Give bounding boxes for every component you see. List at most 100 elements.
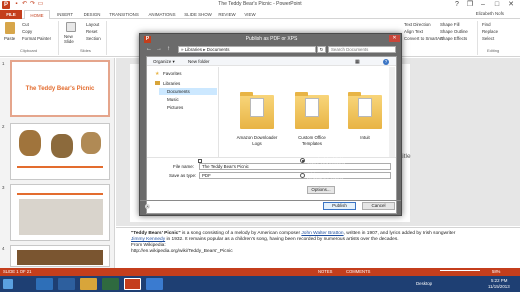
cancel-button[interactable]: Cancel: [362, 202, 395, 210]
convert-smartart-button[interactable]: Convert to SmartArt: [404, 36, 443, 41]
start-icon[interactable]: [3, 279, 13, 289]
notes-toggle[interactable]: NOTES: [318, 268, 332, 276]
slide-thumbnail-3[interactable]: [10, 184, 110, 241]
notes-link[interactable]: Jimmy Kennedy: [131, 237, 165, 242]
folder-icon[interactable]: [348, 92, 382, 129]
taskbar: Desktop 5:22 PM 11/15/2013: [0, 276, 520, 292]
paste-button[interactable]: Paste: [4, 36, 15, 41]
help-icon[interactable]: ?: [383, 59, 389, 65]
folder-amazon-label[interactable]: Amazon Downloader Logs: [233, 135, 281, 146]
radio-minimum[interactable]: [300, 173, 305, 178]
app-icon[interactable]: [146, 278, 163, 290]
chevron-down-icon[interactable]: ▾: [307, 203, 309, 208]
nav-documents[interactable]: Documents: [167, 89, 190, 94]
publish-dialog[interactable]: P Publish as PDF or XPS ✕ ← → ↑ » Librar…: [139, 33, 402, 216]
tab-transitions[interactable]: TRANSITIONS: [105, 10, 143, 19]
new-slide-button[interactable]: New Slide: [64, 34, 80, 44]
slide-thumbnail-4[interactable]: [10, 245, 110, 267]
nav-favorites[interactable]: Favorites: [163, 71, 182, 76]
layout-button[interactable]: Layout: [86, 22, 99, 27]
powerpoint-taskbar-icon[interactable]: [124, 278, 141, 290]
zoom-level[interactable]: 58%: [492, 268, 500, 276]
copy-button[interactable]: Copy: [22, 29, 32, 34]
tools-button[interactable]: Tools: [296, 203, 307, 208]
teddy-bear-image: [81, 132, 101, 154]
ribbon-display-icon[interactable]: ❐: [463, 0, 477, 9]
radio-minimum-label[interactable]: Minimum size (publishing online): [307, 172, 355, 182]
radio-standard[interactable]: [300, 158, 305, 163]
folder-icon[interactable]: [295, 92, 329, 129]
forward-icon[interactable]: →: [156, 46, 162, 52]
up-icon[interactable]: ↑: [167, 46, 170, 52]
notes-link[interactable]: John Walter Bratton: [301, 231, 343, 236]
tab-file[interactable]: FILE: [0, 10, 22, 19]
organize-button[interactable]: Organize ▾: [153, 59, 175, 65]
breadcrumb-libraries[interactable]: Libraries: [185, 47, 202, 52]
notes-pane[interactable]: "Teddy Bears' Picnic" is a song consisti…: [116, 227, 520, 268]
replace-button[interactable]: Replace: [482, 29, 498, 34]
folder-custom-templates-label[interactable]: Custom Office Templates: [288, 135, 336, 146]
open-after-label[interactable]: Open file after publishing: [205, 158, 255, 163]
shape-fill-button[interactable]: Shape Fill: [440, 22, 460, 27]
radio-standard-label[interactable]: Standard (publishing online and printing…: [307, 157, 357, 167]
search-input[interactable]: [328, 46, 396, 53]
tab-slide-show[interactable]: SLIDE SHOW: [181, 10, 215, 19]
tab-insert[interactable]: INSERT: [52, 10, 78, 19]
tab-review[interactable]: REVIEW: [215, 10, 239, 19]
tab-design[interactable]: DESIGN: [79, 10, 105, 19]
explorer-icon[interactable]: [80, 278, 97, 290]
slide-thumbnail-1[interactable]: The Teddy Bear's Picnic: [10, 60, 110, 117]
scrollbar[interactable]: [389, 67, 395, 157]
hide-folders-button[interactable]: Hide Folders: [153, 204, 179, 209]
divider: [140, 200, 401, 201]
refresh-icon[interactable]: ↻: [317, 46, 326, 53]
shape-outline-button[interactable]: Shape Outline: [440, 29, 468, 34]
minimize-button[interactable]: –: [476, 0, 490, 9]
select-button[interactable]: Select: [482, 36, 494, 41]
new-slide-icon[interactable]: [66, 22, 76, 32]
help-icon[interactable]: ?: [450, 0, 464, 9]
close-button[interactable]: ✕: [504, 0, 518, 9]
reset-button[interactable]: Reset: [86, 29, 97, 34]
section-button[interactable]: Section: [86, 36, 101, 41]
paste-icon[interactable]: [5, 22, 15, 34]
desktop-label[interactable]: Desktop: [416, 281, 432, 286]
find-button[interactable]: Find: [482, 22, 491, 27]
folder-intuit-label[interactable]: Intuit: [341, 135, 389, 141]
comments-toggle[interactable]: COMMENTS: [346, 268, 370, 276]
format-painter-button[interactable]: Format Painter: [22, 36, 51, 41]
align-text-button[interactable]: Align Text: [404, 29, 423, 34]
slide-image: [17, 250, 103, 265]
open-after-checkbox[interactable]: [198, 159, 202, 163]
view-options-icon[interactable]: ▦: [355, 59, 360, 65]
dialog-close-button[interactable]: ✕: [389, 35, 400, 42]
breadcrumb-documents[interactable]: Documents: [207, 47, 230, 52]
clock-time[interactable]: 5:22 PM: [491, 278, 507, 283]
folder-icon[interactable]: [240, 92, 274, 129]
user-name[interactable]: Elizabeth Nofs: [476, 11, 504, 16]
cut-button[interactable]: Cut: [22, 22, 29, 27]
clock-date[interactable]: 11/15/2013: [488, 284, 510, 289]
chevron-up-icon[interactable]: ˄: [145, 204, 150, 209]
save-as-type-select[interactable]: PDF: [199, 172, 391, 179]
nav-libraries[interactable]: Libraries: [163, 81, 180, 86]
slide-thumbnail-2[interactable]: [10, 123, 110, 180]
new-folder-button[interactable]: New folder: [188, 59, 210, 64]
tab-animations[interactable]: ANIMATIONS: [143, 10, 181, 19]
publish-button[interactable]: Publish: [323, 202, 356, 210]
zoom-slider[interactable]: [440, 270, 480, 271]
nav-pictures[interactable]: Pictures: [167, 105, 183, 110]
back-icon[interactable]: ←: [146, 46, 152, 52]
maximize-button[interactable]: □: [490, 0, 504, 9]
file-name-input[interactable]: The Teddy Bear's Picnic: [199, 163, 391, 170]
outlook-icon[interactable]: [58, 278, 75, 290]
nav-music[interactable]: Music: [167, 97, 179, 102]
shape-effects-button[interactable]: Shape Effects: [440, 36, 467, 41]
options-button[interactable]: Options...: [307, 186, 335, 194]
app-icon[interactable]: [102, 278, 119, 290]
address-bar[interactable]: » Libraries ▸ Documents: [178, 46, 316, 53]
tab-view[interactable]: VIEW: [239, 10, 261, 19]
text-direction-button[interactable]: Text Direction: [404, 22, 431, 27]
internet-explorer-icon[interactable]: [36, 278, 53, 290]
powerpoint-window: P ▪ ↶ ↷ ▭ The Teddy Bear's Picnic - Powe…: [0, 0, 520, 292]
